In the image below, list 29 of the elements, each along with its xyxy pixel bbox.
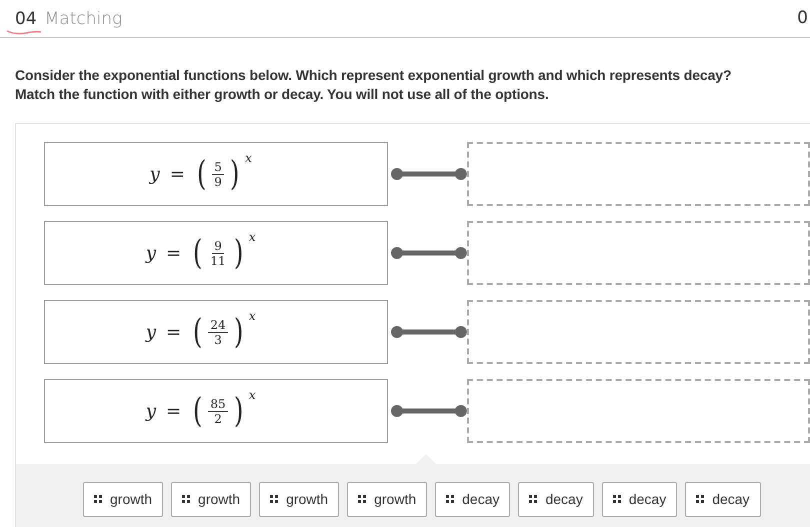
option-chip[interactable]: decay [435,482,510,516]
connector-icon [390,324,468,340]
grip-icon [612,495,621,503]
option-chip[interactable]: decay [602,482,678,516]
grip-icon [270,495,278,503]
option-chip[interactable]: decay [518,482,594,516]
option-chip[interactable]: growth [171,482,252,516]
drop-zone[interactable] [467,379,810,443]
score: 0 [797,8,808,28]
grip-icon [94,495,102,503]
grip-icon [696,495,704,503]
grip-icon [446,495,454,503]
connector-icon [390,245,468,261]
drop-zone[interactable] [467,221,810,285]
option-chip[interactable]: growth [83,482,164,516]
drop-zone[interactable] [467,300,810,364]
grip-icon [358,495,366,503]
option-chip[interactable]: decay [685,482,761,516]
underline-squiggle-icon [6,29,42,35]
connector-icon [390,403,468,419]
question-title: Matching [44,8,122,28]
question-number: 04 [15,8,37,28]
grip-icon [529,495,538,503]
grip-icon [182,495,190,503]
drop-zone[interactable] [467,142,810,206]
connector-icon [390,166,468,182]
option-chip[interactable]: growth [347,482,428,516]
question-prompt: Consider the exponential functions below. Which represent exponential growth and which represents decay? Match the function with either growth or decay. You will not use all of the options. [15,66,732,104]
option-chip[interactable]: growth [259,482,340,516]
